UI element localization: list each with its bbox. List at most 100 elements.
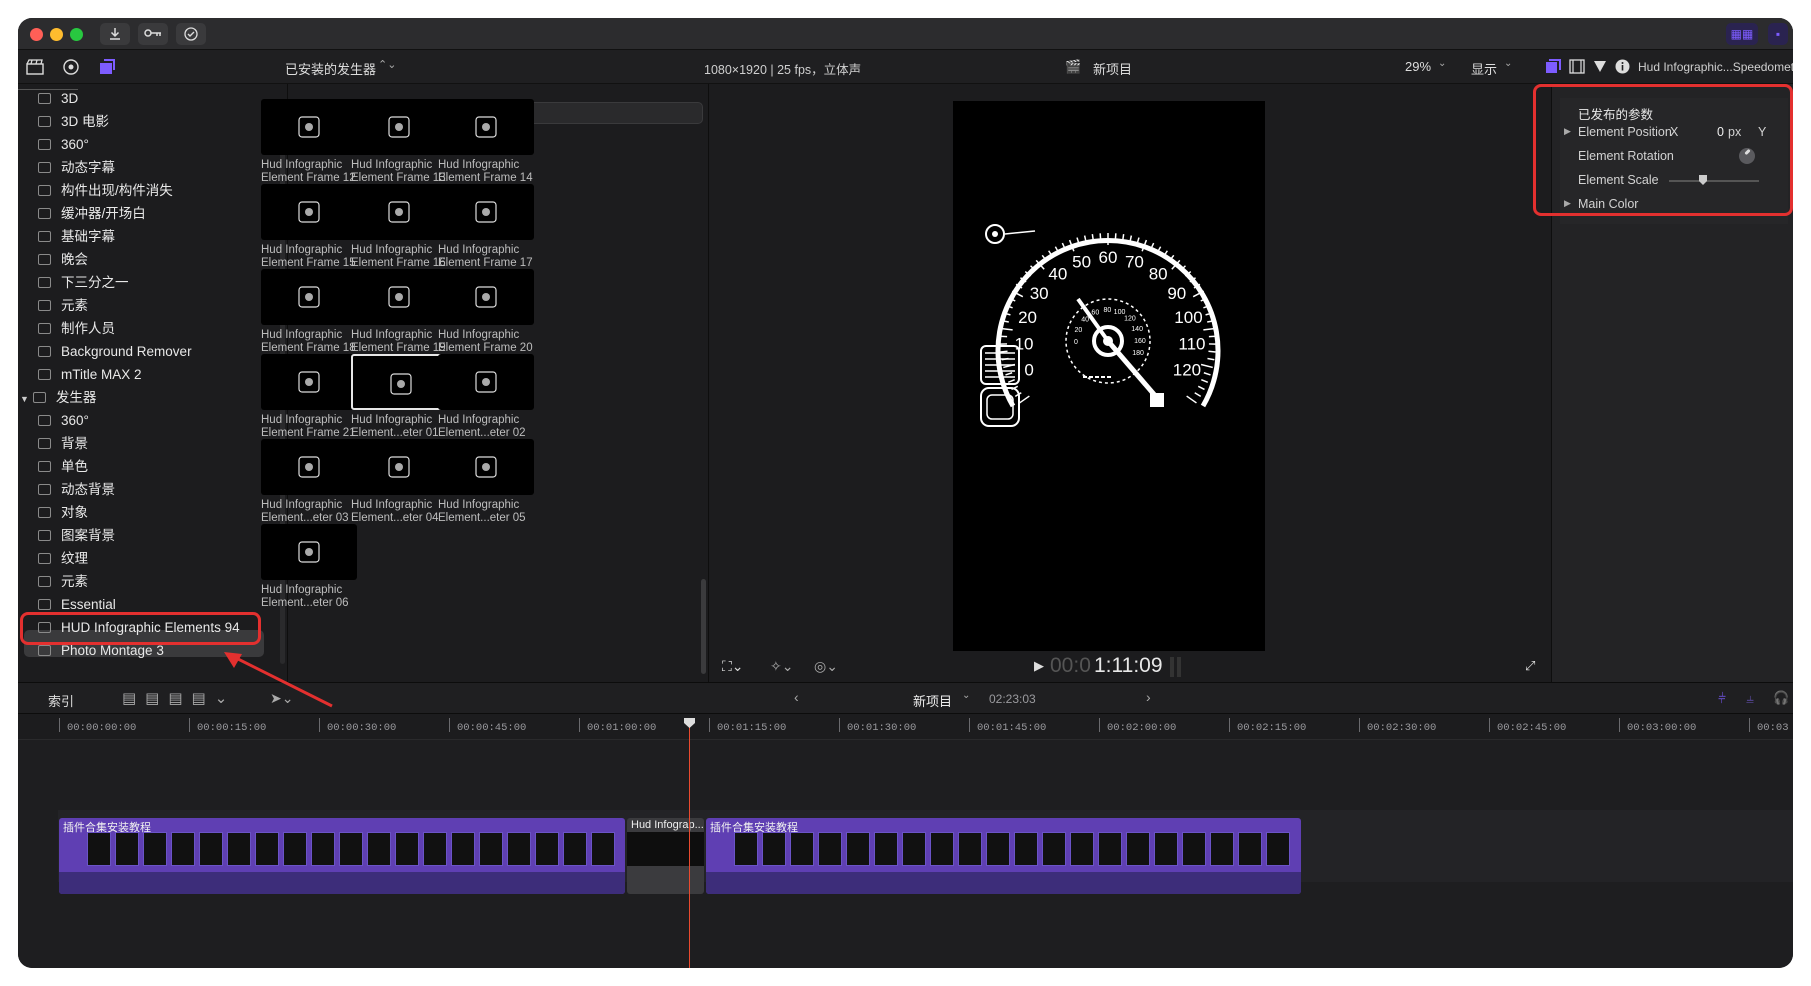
- generator-thumbnail[interactable]: [351, 439, 447, 495]
- sidebar-item[interactable]: mTitle MAX 2: [38, 364, 142, 386]
- timeline-ruler[interactable]: 00:00:00:00 00:00:15:00 00:00:30:00 00:00:4…: [18, 714, 1793, 740]
- sidebar-item[interactable]: 背景: [38, 433, 88, 455]
- ruler-label: 00:02:45:00: [1497, 722, 1567, 734]
- ruler-label: 00:00:30:00: [327, 722, 397, 734]
- sidebar-item[interactable]: 元素: [38, 295, 88, 317]
- inspector-generator-icon[interactable]: [1545, 59, 1561, 74]
- generator-thumbnail[interactable]: [351, 269, 447, 325]
- color-filter-icon[interactable]: [1593, 60, 1607, 73]
- generator-thumbnail[interactable]: [261, 354, 357, 410]
- chevron-down-icon[interactable]: ⌄: [1504, 58, 1512, 69]
- speed-icon[interactable]: ◎⌄: [814, 658, 838, 675]
- generator-label: Hud Infographic Element Frame 17: [438, 244, 548, 270]
- generator-thumbnail[interactable]: [261, 99, 357, 155]
- titles-generators-icon[interactable]: [98, 58, 116, 76]
- sidebar-item[interactable]: 动态背景: [38, 479, 115, 501]
- zoom-window-button[interactable]: [70, 28, 83, 41]
- sidebar-item-label: 下三分之一: [61, 275, 129, 290]
- disclosure-triangle-icon[interactable]: ▼: [20, 394, 29, 404]
- sidebar-item[interactable]: 对象: [38, 502, 88, 524]
- generator-label: Hud Infographic Element...eter 02: [438, 414, 548, 440]
- speedometer-graphic: 01020304050 60 7080901001101200204060 80 100…: [980, 224, 1221, 427]
- sidebar-item[interactable]: 3D 电影: [38, 111, 109, 133]
- clip-frame: [1266, 832, 1290, 866]
- background-tasks-button[interactable]: [176, 23, 206, 45]
- chevron-down-icon[interactable]: ⌄: [962, 690, 970, 701]
- clapper-icon[interactable]: [26, 59, 44, 75]
- generator-thumbnail[interactable]: [351, 99, 447, 155]
- sidebar-item[interactable]: 元素: [38, 571, 88, 593]
- generator-thumbnail[interactable]: [438, 99, 534, 155]
- generator-label: Hud Infographic Element...eter 05: [438, 499, 548, 525]
- fullscreen-icon[interactable]: ⤢: [1525, 658, 1535, 674]
- import-button[interactable]: [100, 23, 130, 45]
- hud-element-icon: [298, 116, 320, 138]
- sidebar-item-label: 背景: [61, 436, 88, 451]
- sidebar-item[interactable]: 晚会: [38, 249, 88, 271]
- timeline-clip[interactable]: 插件合集安装教程: [706, 818, 1301, 894]
- chevron-down-icon[interactable]: ⌄: [1438, 58, 1446, 69]
- generator-thumbnail[interactable]: [261, 439, 357, 495]
- sidebar-item[interactable]: 360°: [38, 134, 89, 156]
- film-icon[interactable]: [1569, 59, 1585, 74]
- timeline-clip[interactable]: 插件合集安装教程: [59, 818, 625, 894]
- index-button[interactable]: 索引: [48, 691, 74, 710]
- generator-thumbnail[interactable]: [438, 354, 534, 410]
- forward-arrow-icon[interactable]: ›: [1146, 689, 1151, 705]
- download-icon: [110, 28, 120, 40]
- browser-title[interactable]: 已安装的发生器: [285, 59, 376, 78]
- hud-element-icon: [475, 371, 497, 393]
- playhead[interactable]: [689, 718, 690, 968]
- workspace-grid-button[interactable]: ▦▦: [1726, 23, 1758, 45]
- keywords-button[interactable]: [138, 23, 168, 45]
- back-arrow-icon[interactable]: ‹: [794, 689, 799, 705]
- sidebar-item-label: 缓冲器/开场白: [61, 206, 146, 221]
- skimming-icon[interactable]: ⫩: [1718, 690, 1726, 707]
- timeline-project-name[interactable]: 新项目: [913, 691, 952, 710]
- transform-icon[interactable]: ⛶⌄: [722, 658, 744, 675]
- play-icon[interactable]: ▶: [1034, 658, 1044, 674]
- sort-chevron-icon[interactable]: ⌃⌄: [378, 58, 396, 71]
- minimize-window-button[interactable]: [50, 28, 63, 41]
- generator-thumbnail[interactable]: [261, 184, 357, 240]
- sidebar-item[interactable]: 360°: [38, 410, 89, 432]
- sidebar-item[interactable]: 图案背景: [38, 525, 115, 547]
- view-options-menu[interactable]: 显示: [1471, 59, 1497, 78]
- generator-thumbnail[interactable]: [261, 524, 357, 580]
- music-photos-icon[interactable]: [62, 58, 80, 76]
- highlight-box-sidebar: [20, 612, 261, 645]
- titles-category-icon: [38, 93, 51, 104]
- enhance-magic-icon[interactable]: ✧⌄: [770, 658, 793, 675]
- gauge-inner-label: 160: [1134, 338, 1146, 345]
- sidebar-item[interactable]: 基础字幕: [38, 226, 115, 248]
- browser-scrollbar[interactable]: [701, 579, 706, 674]
- sidebar-item[interactable]: 构件出现/构件消失: [38, 180, 173, 202]
- hud-element-icon: [475, 286, 497, 308]
- generator-thumbnail[interactable]: [438, 184, 534, 240]
- generator-thumbnail[interactable]: [438, 439, 534, 495]
- close-window-button[interactable]: [30, 28, 43, 41]
- share-button[interactable]: ▪: [1768, 23, 1788, 45]
- sidebar-item[interactable]: Background Remover: [38, 341, 192, 363]
- generator-icon: [38, 507, 51, 518]
- sidebar-item[interactable]: 缓冲器/开场白: [38, 203, 146, 225]
- headphones-icon[interactable]: 🎧: [1773, 690, 1789, 706]
- sidebar-item[interactable]: 3D: [38, 88, 78, 110]
- sidebar-item[interactable]: 纹理: [38, 548, 88, 570]
- audio-skimming-icon[interactable]: ⫨: [1746, 690, 1754, 707]
- generator-thumbnail[interactable]: [261, 269, 357, 325]
- generator-thumbnail[interactable]: [351, 354, 447, 410]
- generator-thumbnail[interactable]: [438, 269, 534, 325]
- sidebar-item[interactable]: 制作人员: [38, 318, 115, 340]
- zoom-level-menu[interactable]: 29%: [1405, 59, 1431, 74]
- timeline-clip-generator[interactable]: Hud Infograp...: [627, 818, 704, 894]
- clip-frame: [986, 832, 1010, 866]
- info-icon[interactable]: [1615, 59, 1630, 74]
- sidebar-group-generators[interactable]: ▼ 发生器: [20, 387, 96, 409]
- generator-thumbnail[interactable]: [351, 184, 447, 240]
- generator-icon: [38, 415, 51, 426]
- clip-frame: [874, 832, 898, 866]
- sidebar-item[interactable]: 下三分之一: [38, 272, 129, 294]
- sidebar-item[interactable]: 单色: [38, 456, 88, 478]
- sidebar-item[interactable]: 动态字幕: [38, 157, 115, 179]
